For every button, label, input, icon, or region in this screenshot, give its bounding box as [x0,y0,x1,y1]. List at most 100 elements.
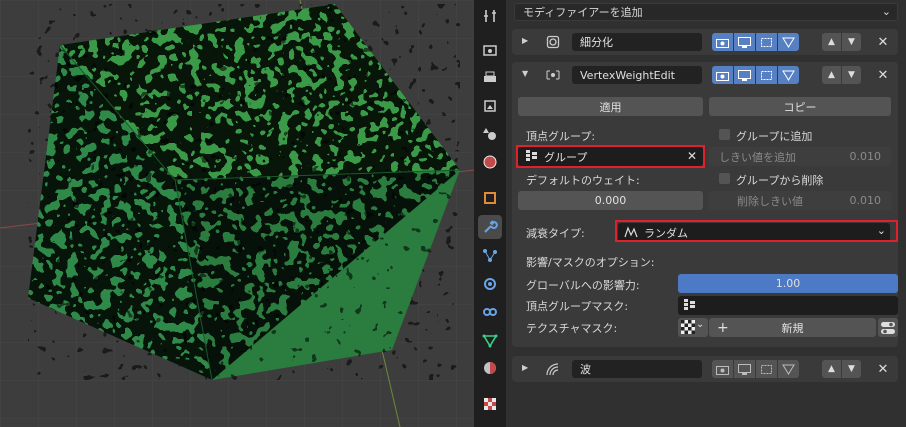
on-cage-toggle[interactable] [778,360,799,378]
view-layer-tab[interactable] [478,94,502,118]
data-icon [482,334,498,348]
remove-from-group-label: グループから削除 [736,174,824,187]
world-tab[interactable] [478,150,502,174]
default-weight-label: デフォルトのウェイト: [526,174,640,187]
add-to-group-checkbox[interactable] [719,129,730,140]
output-icon [484,71,496,82]
chevron-down-icon: ⌄ [696,319,705,330]
vertex-group-label: 頂点グループ: [526,130,596,143]
plus-icon: + [717,319,729,336]
properties-editor: モディファイアーを追加 ⌄ ▶ 細分化 ▲ ▼ ✕ ▼ VertexWeight… [506,0,906,427]
add-to-group-label: グループに追加 [736,130,813,143]
chevron-down-icon: ⌄ [881,5,891,18]
vertex-triangle-icon [782,364,795,375]
default-weight-field[interactable]: 0.000 [518,191,703,210]
viewport-toggle[interactable] [734,33,755,51]
viewport-toggle[interactable] [734,360,755,378]
texture-icon [484,398,496,410]
apply-button[interactable]: 適用 [518,97,703,116]
editmode-icon [761,70,772,80]
cage-toggle[interactable] [756,360,777,378]
monitor-icon [738,69,751,81]
modifier-name-field[interactable]: 波 [572,360,702,378]
constraints-tab[interactable] [478,300,502,324]
texture-browse-button[interactable]: ⌄ [678,318,708,337]
move-down-button[interactable]: ▼ [842,360,861,378]
scene-tab[interactable] [478,122,502,146]
texture-settings-button[interactable] [878,318,898,337]
vertexweightedit-modifier-panel: ▼ VertexWeightEdit ▲ ▼ ✕ 適用 コピー 頂点グループ: … [512,62,898,347]
render-tab[interactable] [478,38,502,62]
add-modifier-dropdown[interactable]: モディファイアーを追加 ⌄ [514,3,898,21]
copy-button[interactable]: コピー [709,97,891,116]
move-up-button[interactable]: ▲ [822,360,841,378]
modifier-name: VertexWeightEdit [580,68,675,82]
render-icon [483,45,497,56]
add-modifier-label: モディファイアーを追加 [523,6,643,19]
on-cage-toggle[interactable] [778,33,799,51]
vertex-group-mask-field[interactable] [678,296,898,315]
properties-tab-strip [474,0,506,427]
add-threshold-label: しきい値を追加 [719,150,796,164]
constraints-icon [483,308,497,316]
influence-mask-label: 影響/マスクのオプション: [526,256,655,269]
close-icon[interactable]: ✕ [874,66,892,84]
remove-from-group-checkbox[interactable] [719,173,730,184]
global-influence-slider[interactable]: 1.00 [678,274,898,293]
3d-viewport[interactable] [0,0,474,427]
editmode-icon [761,364,772,374]
texture-tab[interactable] [478,392,502,416]
falloff-type-highlight [615,220,898,242]
on-cage-toggle[interactable] [778,66,799,84]
edit-mode-toggle[interactable] [712,66,733,84]
expand-arrow-icon[interactable]: ▶ [522,363,528,372]
edit-mode-toggle[interactable] [712,360,733,378]
physics-tab[interactable] [478,272,502,296]
wave-modifier-panel: ▶ 波 ▲ ▼ ✕ [512,356,898,382]
cage-toggle[interactable] [756,66,777,84]
edit-mode-toggle[interactable] [712,33,733,51]
add-threshold-value: 0.010 [849,150,882,163]
cage-toggle[interactable] [756,33,777,51]
tool-tab[interactable] [478,4,502,28]
particles-tab[interactable] [478,243,502,267]
move-up-button[interactable]: ▲ [822,66,841,84]
wave-icon [544,360,562,378]
vertex-group-highlight [516,145,705,168]
modifiers-tab[interactable] [478,215,502,239]
texture-mask-label: テクスチャマスク: [526,322,618,335]
new-texture-button[interactable]: + 新規 [709,318,876,337]
object-tab[interactable] [478,186,502,210]
modifier-name-field[interactable]: VertexWeightEdit [572,66,702,84]
vertex-group-icon [684,299,695,310]
expand-arrow-icon[interactable]: ▶ [522,36,528,45]
move-down-button[interactable]: ▼ [842,66,861,84]
material-icon [484,362,496,374]
collapse-arrow-icon[interactable]: ▼ [522,69,528,78]
world-icon [483,155,497,169]
modifier-name-field[interactable]: 細分化 [572,33,702,51]
close-icon[interactable]: ✕ [874,360,892,378]
wrench-icon [484,220,498,233]
checker-texture-icon [681,320,695,334]
close-icon[interactable]: ✕ [874,33,892,51]
move-down-button[interactable]: ▼ [842,33,861,51]
material-tab[interactable] [478,356,502,380]
viewport-toggle[interactable] [734,66,755,84]
viewport-canvas [0,0,474,427]
camera-icon [716,38,729,48]
monitor-icon [738,363,751,375]
add-threshold-field[interactable]: しきい値を追加 0.010 [709,147,891,166]
subdivision-icon [544,33,562,51]
vertex-weight-icon [544,66,562,84]
new-texture-label: 新規 [781,321,804,335]
data-tab[interactable] [478,328,502,352]
vertex-triangle-icon [782,70,795,81]
modifier-name: 波 [580,363,591,376]
output-tab[interactable] [478,66,502,90]
tool-icon [484,10,496,22]
remove-threshold-field[interactable]: 削除しきい値 0.010 [709,191,891,210]
move-up-button[interactable]: ▲ [822,33,841,51]
toggle-icon [881,321,895,334]
global-influence-value: 1.00 [775,277,801,290]
